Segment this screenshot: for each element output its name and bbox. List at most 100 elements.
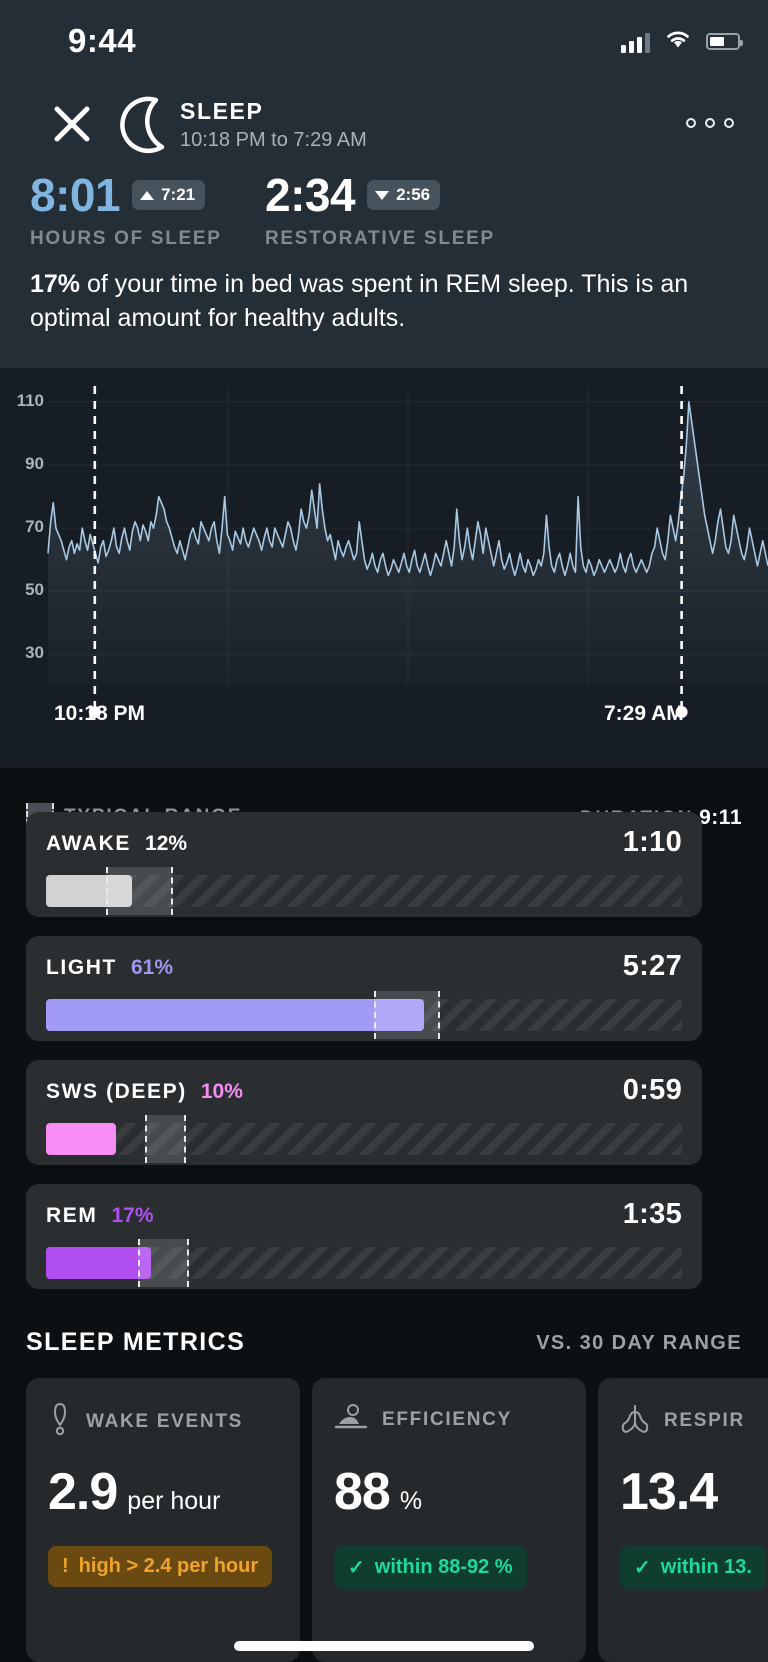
status-bar-clock: 9:44 [68, 22, 137, 59]
stage-progress-fill [46, 1247, 151, 1279]
sleep-detail-screen: 9:44 SLEEP 10:18 PM to 7:29 AM 8:01 7:21… [0, 0, 768, 1662]
home-indicator [234, 1641, 534, 1651]
stage-header: AWAKE 12% [46, 832, 187, 856]
more-options-icon[interactable] [686, 118, 734, 128]
summary-stats: 8:01 7:21 HOURS OF SLEEP 2:34 2:56 RESTO… [0, 172, 768, 252]
metric-value-row: 88 % [334, 1462, 422, 1522]
stat-label: HOURS OF SLEEP [30, 228, 222, 249]
metric-value: 2.9 [48, 1463, 118, 1521]
y-axis-tick: 30 [25, 643, 44, 663]
metric-unit: % [399, 1487, 423, 1515]
sleep-metrics-header: SLEEP METRICS VS. 30 DAY RANGE [0, 1328, 768, 1374]
y-axis-tick: 110 [16, 390, 44, 410]
metric-status-badge: ✓ within 88-92 % [334, 1546, 527, 1589]
metric-value-row: 2.9 per hour [48, 1462, 220, 1522]
metric-value: 13.4 [620, 1463, 718, 1521]
badge-text: within 13. [660, 1556, 752, 1578]
stage-percent: 17% [111, 1204, 154, 1227]
duration-value: 9:11 [699, 806, 742, 829]
stage-duration: 0:59 [622, 1074, 682, 1106]
stat-value: 2:34 [265, 169, 356, 221]
stage-name: REM [46, 1204, 98, 1227]
badge-text: high > 2.4 per hour [78, 1555, 259, 1577]
metric-header: EFFICIENCY [334, 1402, 512, 1437]
y-axis-tick: 90 [25, 453, 44, 473]
battery-icon [706, 33, 743, 50]
sleep-metrics-subtitle: VS. 30 DAY RANGE [536, 1332, 742, 1354]
stage-duration: 1:10 [622, 826, 682, 858]
stage-header: SWS (DEEP) 10% [46, 1080, 243, 1104]
lungs-icon [620, 1402, 650, 1439]
badge-prefix-icon: ✓ [348, 1557, 365, 1579]
stage-card-rem[interactable]: REM 17% 1:35 [26, 1184, 702, 1289]
stage-card-light[interactable]: LIGHT 61% 5:27 [26, 936, 702, 1041]
summary-text: 17% of your time in bed was spent in REM… [30, 268, 730, 336]
moon-icon [118, 96, 174, 154]
sleep-metrics-title: SLEEP METRICS [26, 1328, 246, 1356]
close-icon[interactable] [50, 102, 94, 146]
stage-card-sws-deep[interactable]: SWS (DEEP) 10% 0:59 [26, 1060, 702, 1165]
stat-hours-of-sleep: 8:01 7:21 HOURS OF SLEEP [30, 172, 222, 250]
stage-percent: 12% [145, 832, 188, 855]
metric-header: RESPIR [620, 1402, 745, 1439]
metric-status-badge: ✓ within 13. [620, 1546, 766, 1589]
title-row: SLEEP 10:18 PM to 7:29 AM [0, 88, 768, 164]
arrow-down-icon [375, 190, 390, 200]
stage-progress-track [46, 1115, 682, 1163]
summary-highlight: 17% [30, 270, 81, 298]
stage-progress-track [46, 991, 682, 1039]
stage-name: SWS (DEEP) [46, 1080, 187, 1103]
status-bar: 9:44 [0, 0, 768, 76]
exclamation-icon [48, 1402, 72, 1441]
metric-label: WAKE EVENTS [86, 1410, 243, 1432]
stage-duration: 5:27 [622, 950, 682, 982]
chip-value: 7:21 [161, 185, 196, 204]
metric-label: EFFICIENCY [382, 1408, 512, 1430]
metric-card-respiratory-rate[interactable]: RESPIR 13.4 ✓ within 13. [598, 1378, 768, 1662]
y-axis-tick: 70 [25, 517, 44, 537]
metric-value: 88 [334, 1463, 391, 1521]
heart-rate-chart[interactable]: 110 90 70 50 30 10:18 PM 7:29 AM [0, 368, 768, 768]
stat-comparison-chip: 7:21 [132, 180, 206, 210]
stage-progress-track [46, 1239, 682, 1287]
wifi-icon [664, 28, 692, 55]
metric-value-row: 13.4 [620, 1462, 727, 1522]
stage-progress-fill [46, 1123, 116, 1155]
metric-unit: per hour [127, 1487, 221, 1515]
stage-typical-range-marker [373, 991, 441, 1039]
badge-prefix-icon: ✓ [634, 1557, 651, 1579]
stage-name: AWAKE [46, 832, 132, 855]
stage-progress-fill [46, 999, 425, 1031]
stat-value: 8:01 [30, 169, 121, 221]
header-region: 9:44 SLEEP 10:18 PM to 7:29 AM 8:01 7:21… [0, 0, 768, 368]
badge-text: within 88-92 % [374, 1556, 513, 1578]
chip-value: 2:56 [396, 185, 431, 204]
metric-card-wake-events[interactable]: WAKE EVENTS 2.9 per hour ! high > 2.4 pe… [26, 1378, 300, 1662]
stage-progress-track [46, 867, 682, 915]
stat-label: RESTORATIVE SLEEP [265, 228, 495, 249]
stage-card-awake[interactable]: AWAKE 12% 1:10 [26, 812, 702, 917]
y-axis-tick: 50 [25, 580, 44, 600]
stat-restorative-sleep: 2:34 2:56 RESTORATIVE SLEEP [265, 172, 495, 250]
person-in-bed-icon [334, 1402, 368, 1437]
chart-end-time-label: 7:29 AM [604, 702, 684, 725]
stat-comparison-chip: 2:56 [367, 180, 441, 210]
metric-label: RESPIR [664, 1409, 745, 1431]
page-subtitle: 10:18 PM to 7:29 AM [180, 129, 367, 151]
stage-percent: 10% [200, 1080, 243, 1103]
stage-name: LIGHT [46, 956, 117, 979]
summary-rest: of your time in bed was spent in REM sle… [30, 270, 689, 332]
badge-prefix-icon: ! [62, 1555, 69, 1577]
metric-header: WAKE EVENTS [48, 1402, 243, 1441]
arrow-up-icon [140, 190, 155, 200]
header-titles: SLEEP 10:18 PM to 7:29 AM [180, 98, 367, 152]
cellular-signal-icon [621, 31, 650, 53]
stage-typical-range-marker [138, 1239, 190, 1287]
stage-typical-range-marker [144, 1115, 186, 1163]
stage-percent: 61% [131, 956, 174, 979]
page-title: SLEEP [180, 98, 264, 124]
metric-card-efficiency[interactable]: EFFICIENCY 88 % ✓ within 88-92 % [312, 1378, 586, 1662]
stage-typical-range-marker [106, 867, 174, 915]
stage-duration: 1:35 [622, 1198, 682, 1230]
stage-header: LIGHT 61% [46, 956, 173, 980]
